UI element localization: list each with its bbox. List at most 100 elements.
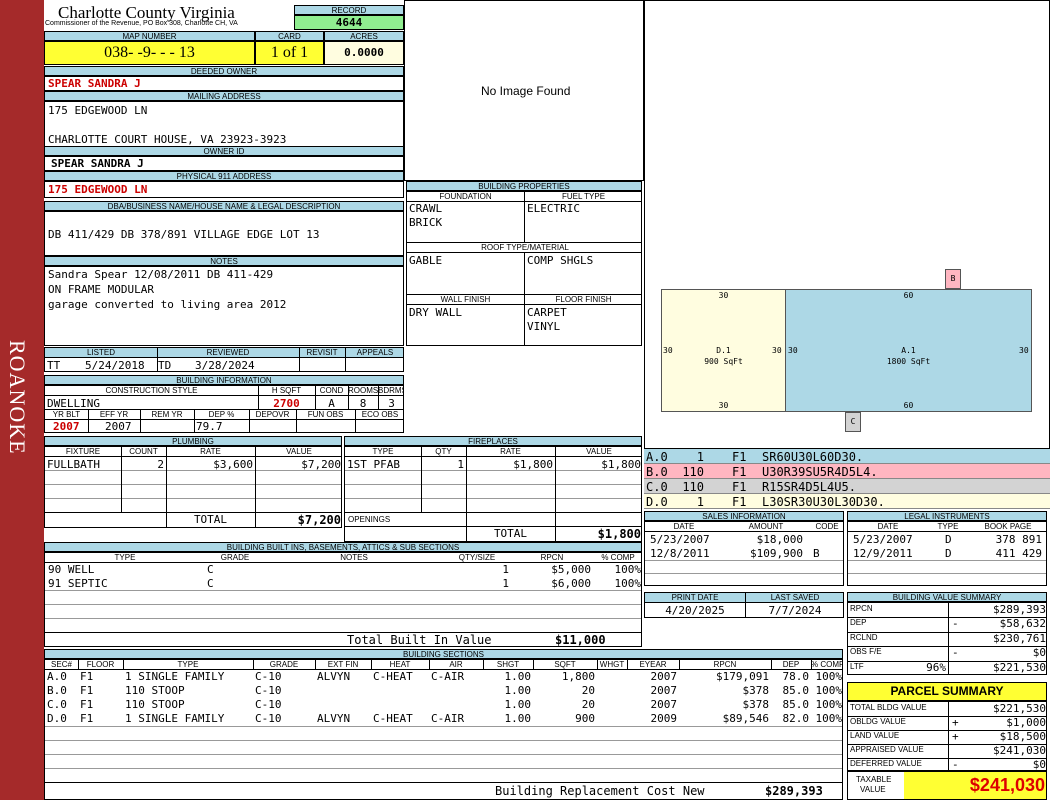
- floor-finish-label: FLOOR FINISH: [555, 295, 612, 304]
- bvs-table: RPCN $289,393 DEP - $58,632 RCLND $230,761 OBS …: [847, 602, 1047, 675]
- dep-pct: 79.7: [196, 420, 223, 433]
- section-row-line: [45, 754, 842, 755]
- plumbing-h-count: COUNT: [129, 447, 158, 456]
- legal-h-book: BOOK PAGE: [984, 522, 1032, 531]
- section-grade: C-10: [255, 670, 282, 683]
- roof-label: ROOF TYPE/MATERIAL: [481, 243, 569, 252]
- section-code-num: 110: [682, 465, 704, 479]
- section-sqft: 900: [575, 712, 595, 725]
- revisit-label: REVISIT: [299, 348, 345, 357]
- sales-h-code: CODE: [815, 522, 839, 531]
- reviewed-label: REVIEWED: [157, 348, 299, 357]
- section-footer-line: [45, 782, 842, 783]
- plumbing-total: $7,200: [297, 513, 341, 527]
- builtin-2-rpcn: $6,000: [551, 577, 591, 590]
- bvs-key: RCLND: [850, 632, 878, 642]
- section-header: EXT FIN: [327, 660, 359, 669]
- section-header: DEP: [782, 660, 800, 669]
- section-code-path: R15SR4D5L4U5.: [762, 480, 856, 494]
- last-saved-label: LAST SAVED: [745, 593, 843, 602]
- card-number: 1 of 1: [255, 41, 324, 65]
- bvs-key: LTF: [850, 661, 864, 671]
- builtins-label: BUILDING BUILT INS, BASEMENTS, ATTICS & …: [44, 542, 642, 552]
- effyr: 2007: [105, 420, 132, 433]
- section-floor: F1: [80, 684, 94, 697]
- plumbing-h-value: VALUE: [286, 447, 312, 456]
- section-heat: C-HEAT: [373, 712, 413, 725]
- section-header: AIR: [449, 660, 463, 669]
- fireplace-h-value: VALUE: [586, 447, 612, 456]
- section-type: 110 STOOP: [125, 684, 185, 697]
- plumbing-table: FIXTURE COUNT RATE VALUE FULLBATH 2 $3,6…: [44, 446, 342, 528]
- builtins-h-type: TYPE: [114, 553, 136, 562]
- remyr-label: REM YR: [151, 410, 183, 419]
- rooms-label: ROOMS: [348, 386, 378, 395]
- building-sketch: B C D.1 900 SqFt A.1 1800 SqFt 30 30 30 …: [644, 0, 1050, 449]
- parcel-value: $221,530: [993, 702, 1046, 715]
- card-label: CARD: [255, 31, 324, 41]
- builtin-1-qty: 1: [502, 563, 509, 576]
- section-sqft: 20: [581, 698, 595, 711]
- building-sections-label: BUILDING SECTIONS: [44, 649, 843, 659]
- builtin-2-comp: 100%: [614, 577, 642, 590]
- bvs-value: $221,530: [993, 660, 1046, 674]
- section-code: A.0: [646, 450, 668, 464]
- section-ext: ALVYN: [317, 670, 351, 683]
- construction-style-label: CONSTRUCTION STYLE: [105, 386, 198, 395]
- section-ext: ALVYN: [317, 712, 351, 725]
- hsqft-label: H SQFT: [271, 386, 302, 395]
- parcel-value: $1,000: [1006, 716, 1046, 729]
- section-type: 110 STOOP: [125, 698, 185, 711]
- builtins-total-label: Total Built In Value: [347, 633, 492, 647]
- last-saved: 7/7/2024: [768, 604, 822, 617]
- section-code-floor: F1: [732, 480, 747, 494]
- section-grade: C-10: [255, 684, 282, 697]
- sale-2-code: B: [813, 547, 820, 560]
- builtin-1-comp: 100%: [614, 563, 642, 576]
- section-comp: 100%: [815, 698, 843, 711]
- physical-address: 175 EDGEWOOD LN: [44, 181, 404, 198]
- section-sqft: 1,800: [561, 670, 595, 683]
- sketch-a-right: 30: [1019, 346, 1029, 355]
- sketch-d-left: 30: [663, 346, 673, 355]
- sketch-section-b: B: [945, 269, 961, 289]
- section-rpcn: $89,546: [722, 712, 769, 725]
- sales-info-label: SALES INFORMATION: [644, 511, 844, 521]
- sale-1-amount: $18,000: [756, 533, 803, 546]
- sketch-d-bottom: 30: [718, 401, 729, 410]
- fuel-type: ELECTRIC: [527, 202, 580, 215]
- builtin-1-type: 90 WELL: [48, 563, 95, 576]
- wall-finish-label: WALL FINISH: [440, 295, 491, 304]
- notes-box: Sandra Spear 12/08/2011 DB 411-429 ON FR…: [44, 266, 404, 346]
- section-code-path: L30SR30U30L30D30.: [762, 495, 885, 509]
- section-dep: 85.0: [782, 684, 810, 697]
- record-number: 4644: [294, 15, 404, 30]
- sidebar-county-name: ROANOKE: [5, 340, 30, 455]
- builtins-table: TYPE GRADE NOTES QTY/SIZE RPCN % COMP 90…: [44, 552, 642, 647]
- map-number: 038- -9- - - 13: [44, 41, 255, 65]
- notes-line-2: ON FRAME MODULAR: [48, 283, 154, 296]
- building-sections-table: SEC# FLOOR TYPE GRADE EXT FIN HEAT AIR SHGT SQFT…: [44, 659, 843, 800]
- owner-id-label: OWNER ID: [44, 146, 404, 156]
- fireplace-h-rate: RATE: [500, 447, 521, 456]
- yrblt: 2007: [53, 420, 80, 433]
- section-rpcn: $179,091: [716, 670, 769, 683]
- foundation-label: FOUNDATION: [439, 192, 492, 201]
- owner-id: SPEAR SANDRA J: [44, 156, 404, 171]
- section-sec: A.0: [47, 670, 67, 683]
- reviewed-date: 3/28/2024: [195, 359, 255, 372]
- legal-description: DB 411/429 DB 378/891 VILLAGE EDGE LOT 1…: [44, 211, 404, 256]
- legal-1-book: 378 891: [995, 533, 1042, 546]
- section-eyear: 2007: [650, 684, 678, 697]
- bvs-label: BUILDING VALUE SUMMARY: [847, 592, 1047, 602]
- section-sec: D.0: [47, 712, 67, 725]
- section-code-num: 1: [696, 450, 704, 464]
- section-code: B.0: [646, 465, 668, 479]
- section-floor: F1: [80, 670, 94, 683]
- bvs-value: $0: [1032, 646, 1046, 660]
- foundation-1: CRAWL: [409, 202, 443, 215]
- map-number-label: MAP NUMBER: [44, 31, 255, 41]
- section-sec: B.0: [47, 684, 67, 697]
- section-eyear: 2009: [650, 712, 678, 725]
- physical-address-label: PHYSICAL 911 ADDRESS: [44, 171, 404, 181]
